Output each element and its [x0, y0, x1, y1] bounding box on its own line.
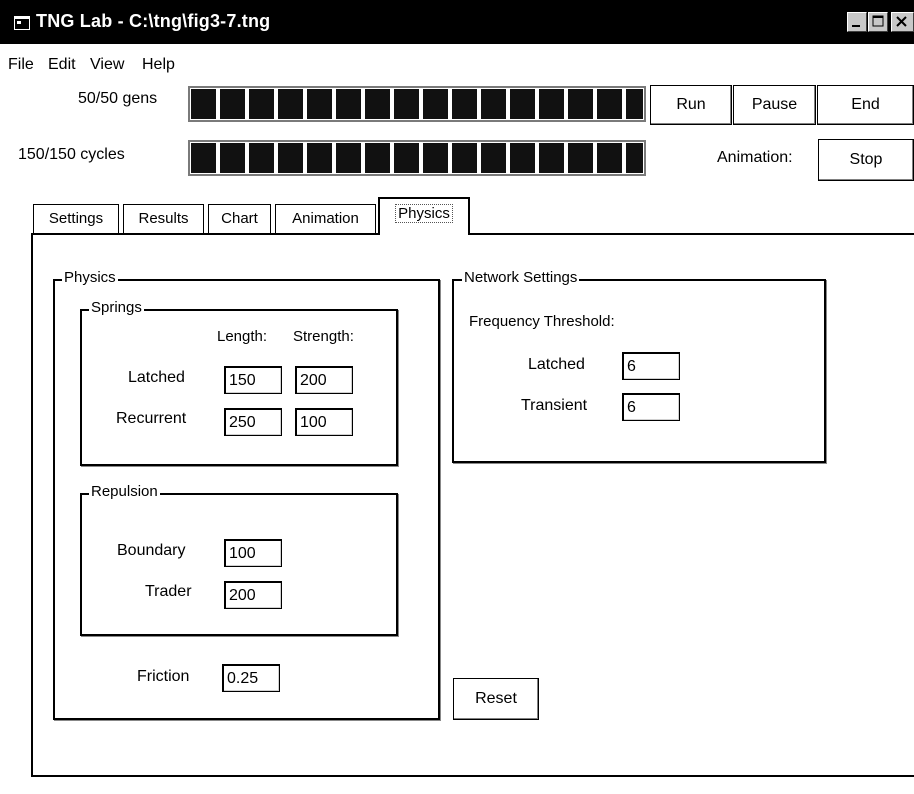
window-title: TNG Lab - C:\tng\fig3-7.tng: [36, 11, 271, 31]
springs-length-header: Length:: [217, 328, 268, 345]
friction-label: Friction: [137, 668, 190, 685]
springs-recurrent-label: Recurrent: [116, 410, 187, 427]
tab-chart[interactable]: Chart: [208, 204, 271, 234]
tab-physics[interactable]: Physics: [378, 197, 470, 235]
springs-latched-length-field[interactable]: [224, 366, 282, 394]
network-transient-label: Transient: [521, 397, 588, 414]
maximize-button[interactable]: [868, 12, 888, 32]
repulsion-trader-field[interactable]: [224, 581, 282, 609]
minimize-button[interactable]: [847, 12, 867, 32]
gens-progress-bar: [188, 86, 646, 122]
close-icon: [896, 16, 907, 27]
cycles-progress-fill: [191, 143, 643, 173]
network-settings-group-title: Network Settings: [462, 269, 580, 286]
repulsion-boundary-label: Boundary: [117, 542, 186, 559]
repulsion-trader-label: Trader: [145, 583, 192, 600]
repulsion-group-title: Repulsion: [89, 483, 160, 500]
menu-view[interactable]: View: [90, 56, 124, 74]
frequency-threshold-label: Frequency Threshold:: [469, 313, 615, 330]
springs-recurrent-length-field[interactable]: [224, 408, 282, 436]
springs-latched-label: Latched: [128, 369, 185, 386]
tab-results-label: Results: [138, 210, 189, 227]
menu-file[interactable]: File: [8, 56, 34, 74]
tab-settings-label: Settings: [48, 210, 104, 227]
run-button[interactable]: Run: [650, 85, 732, 125]
title-bar[interactable]: TNG Lab - C:\tng\fig3-7.tng: [0, 0, 914, 44]
cycles-progress-bar: [188, 140, 646, 176]
reset-button[interactable]: Reset: [453, 678, 539, 720]
menu-edit[interactable]: Edit: [48, 56, 76, 74]
pause-button[interactable]: Pause: [733, 85, 816, 125]
gens-progress-fill: [191, 89, 643, 119]
gens-progress-label: 50/50 gens: [78, 90, 158, 107]
cycles-progress-label: 150/150 cycles: [18, 146, 125, 163]
network-latched-label: Latched: [528, 356, 585, 373]
end-button[interactable]: End: [817, 85, 914, 125]
animation-label: Animation:: [717, 149, 793, 166]
tab-animation[interactable]: Animation: [275, 204, 376, 234]
animation-stop-button[interactable]: Stop: [818, 139, 914, 181]
tab-physics-label: Physics: [395, 204, 453, 223]
tab-animation-label: Animation: [292, 210, 359, 227]
minimize-icon: [852, 25, 860, 27]
springs-strength-header: Strength:: [293, 328, 354, 345]
network-transient-field[interactable]: [622, 393, 680, 421]
tab-settings[interactable]: Settings: [33, 204, 119, 234]
tab-results[interactable]: Results: [123, 204, 204, 234]
maximize-icon: [872, 15, 884, 27]
tab-chart-label: Chart: [221, 210, 258, 227]
network-latched-field[interactable]: [622, 352, 680, 380]
springs-latched-strength-field[interactable]: [295, 366, 353, 394]
springs-group-title: Springs: [89, 299, 144, 316]
friction-field[interactable]: [222, 664, 280, 692]
menu-help[interactable]: Help: [142, 56, 175, 74]
springs-recurrent-strength-field[interactable]: [295, 408, 353, 436]
close-button[interactable]: [891, 12, 914, 32]
app-window-icon[interactable]: [14, 16, 30, 30]
physics-group-title: Physics: [62, 269, 118, 286]
repulsion-boundary-field[interactable]: [224, 539, 282, 567]
